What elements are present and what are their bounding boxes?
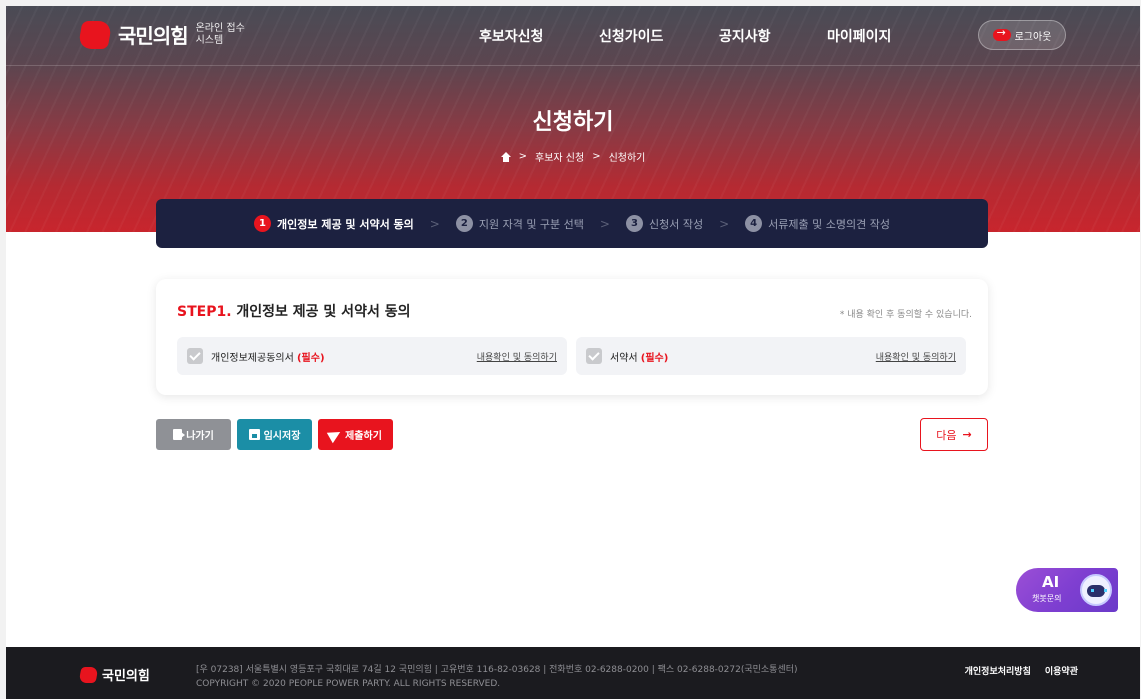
privacy-consent-checkbox[interactable] — [187, 348, 203, 364]
exit-door-icon — [173, 429, 186, 440]
privacy-consent-row: 개인정보제공동의서 (필수) 내용확인 및 동의하기 — [177, 337, 567, 375]
breadcrumb: > 후보자 신청 > 신청하기 — [6, 149, 1140, 164]
logo-mark-icon — [77, 20, 113, 49]
required-tag: (필수) — [640, 352, 669, 364]
footer-logo-mark-icon — [78, 666, 99, 683]
site-footer: 국민의힘 [우 07238] 서울특별시 영등포구 국회대로 74길 12 국민… — [6, 647, 1140, 699]
step-number: 4 — [745, 215, 763, 232]
top-header: 국민의힘 온라인 접수 시스템 후보자신청 신청가이드 공지사항 마이페이지 로… — [6, 6, 1140, 66]
logo-text: 국민의힘 — [118, 24, 189, 48]
footer-link-terms[interactable]: 이용약관 — [1045, 664, 1078, 677]
arrow-right-icon: → — [962, 428, 972, 441]
page-title: 신청하기 — [532, 110, 614, 135]
next-label: 다음 — [936, 428, 957, 442]
ai-chatbot-button[interactable]: AI 챗봇문의 — [1016, 568, 1118, 612]
footer-links: 개인정보처리방침 이용약관 — [965, 664, 1078, 677]
exit-label: 나가기 — [186, 431, 214, 442]
step-label: 지원 자격 및 구분 선택 — [478, 217, 584, 231]
card-title: STEP1. 개인정보 제공 및 서약서 동의 — [177, 301, 410, 321]
next-button[interactable]: 다음 → — [920, 418, 988, 451]
card-step-label: STEP1. — [177, 304, 232, 320]
required-tag: (필수) — [296, 352, 325, 364]
pledge-consent-link[interactable]: 내용확인 및 동의하기 — [876, 350, 956, 363]
nav-apply-guide[interactable]: 신청가이드 — [599, 26, 663, 46]
step-label: 신청서 작성 — [648, 217, 704, 231]
submit-button[interactable]: 제출하기 — [318, 419, 393, 450]
privacy-consent-link[interactable]: 내용확인 및 동의하기 — [477, 350, 557, 363]
home-icon[interactable] — [500, 151, 511, 162]
footer-address: [우 07238] 서울특별시 영등포구 국회대로 74길 12 국민의힘 | … — [196, 665, 798, 675]
chevron-right-icon: > — [599, 216, 610, 231]
nav-notice[interactable]: 공지사항 — [719, 26, 771, 46]
pledge-consent-label: 서약서 (필수) — [610, 352, 669, 364]
breadcrumb-item-current: 신청하기 — [608, 153, 646, 164]
logout-icon — [992, 26, 1011, 41]
chevron-right-icon: > — [429, 216, 440, 231]
logout-button[interactable]: 로그아웃 — [978, 20, 1066, 50]
exit-button[interactable]: 나가기 — [156, 419, 231, 450]
step-2: 2 지원 자격 및 구분 선택 — [455, 215, 584, 232]
app-window: 국민의힘 온라인 접수 시스템 후보자신청 신청가이드 공지사항 마이페이지 로… — [6, 6, 1140, 699]
pledge-consent-checkbox[interactable] — [586, 348, 602, 364]
ai-chatbot-subtitle: 챗봇문의 — [1032, 594, 1062, 603]
chevron-right-icon: > — [719, 216, 730, 231]
step-1: 1 개인정보 제공 및 서약서 동의 — [254, 215, 414, 232]
privacy-consent-label: 개인정보제공동의서 (필수) — [211, 352, 325, 364]
chevron-right-icon: > — [592, 151, 601, 162]
footer-link-privacy-policy[interactable]: 개인정보처리방침 — [965, 664, 1031, 677]
consent-card: STEP1. 개인정보 제공 및 서약서 동의 * 내용 확인 후 동의할 수 … — [156, 279, 988, 395]
footer-copyright: COPYRIGHT © 2020 PEOPLE POWER PARTY. ALL… — [196, 679, 501, 689]
footer-info: [우 07238] 서울특별시 영등포구 국회대로 74길 12 국민의힘 | … — [196, 663, 798, 691]
step-number: 1 — [254, 215, 272, 232]
logo-subtitle: 온라인 접수 시스템 — [195, 22, 245, 46]
footer-logo-text: 국민의힘 — [102, 669, 150, 684]
step-label: 개인정보 제공 및 서약서 동의 — [277, 217, 414, 231]
nav-candidate-apply[interactable]: 후보자신청 — [479, 26, 543, 46]
step-label: 서류제출 및 소명의견 작성 — [768, 217, 890, 231]
step-4: 4 서류제출 및 소명의견 작성 — [745, 215, 890, 232]
step-number: 2 — [455, 215, 473, 232]
paper-plane-icon — [326, 426, 344, 443]
card-note: * 내용 확인 후 동의할 수 있습니다. — [839, 310, 972, 320]
pledge-consent-row: 서약서 (필수) 내용확인 및 동의하기 — [576, 337, 966, 375]
nav-my-page[interactable]: 마이페이지 — [827, 26, 891, 46]
ai-chatbot-title: AI — [1042, 573, 1060, 591]
temp-save-button[interactable]: 임시저장 — [237, 419, 312, 450]
logout-label: 로그아웃 — [1014, 31, 1052, 43]
breadcrumb-item[interactable]: 후보자 신청 — [535, 149, 584, 164]
save-disk-icon — [248, 429, 260, 440]
step-progress: 1 개인정보 제공 및 서약서 동의 > 2 지원 자격 및 구분 선택 > 3… — [156, 199, 988, 248]
step-3: 3 신청서 작성 — [625, 215, 704, 232]
step-number: 3 — [625, 215, 643, 232]
footer-logo: 국민의힘 — [78, 665, 150, 684]
temp-save-label: 임시저장 — [263, 431, 301, 442]
site-logo[interactable]: 국민의힘 온라인 접수 시스템 — [77, 20, 245, 49]
chevron-right-icon: > — [518, 151, 527, 162]
submit-label: 제출하기 — [345, 431, 382, 442]
card-title-text: 개인정보 제공 및 서약서 동의 — [231, 304, 411, 320]
robot-icon — [1080, 574, 1112, 606]
